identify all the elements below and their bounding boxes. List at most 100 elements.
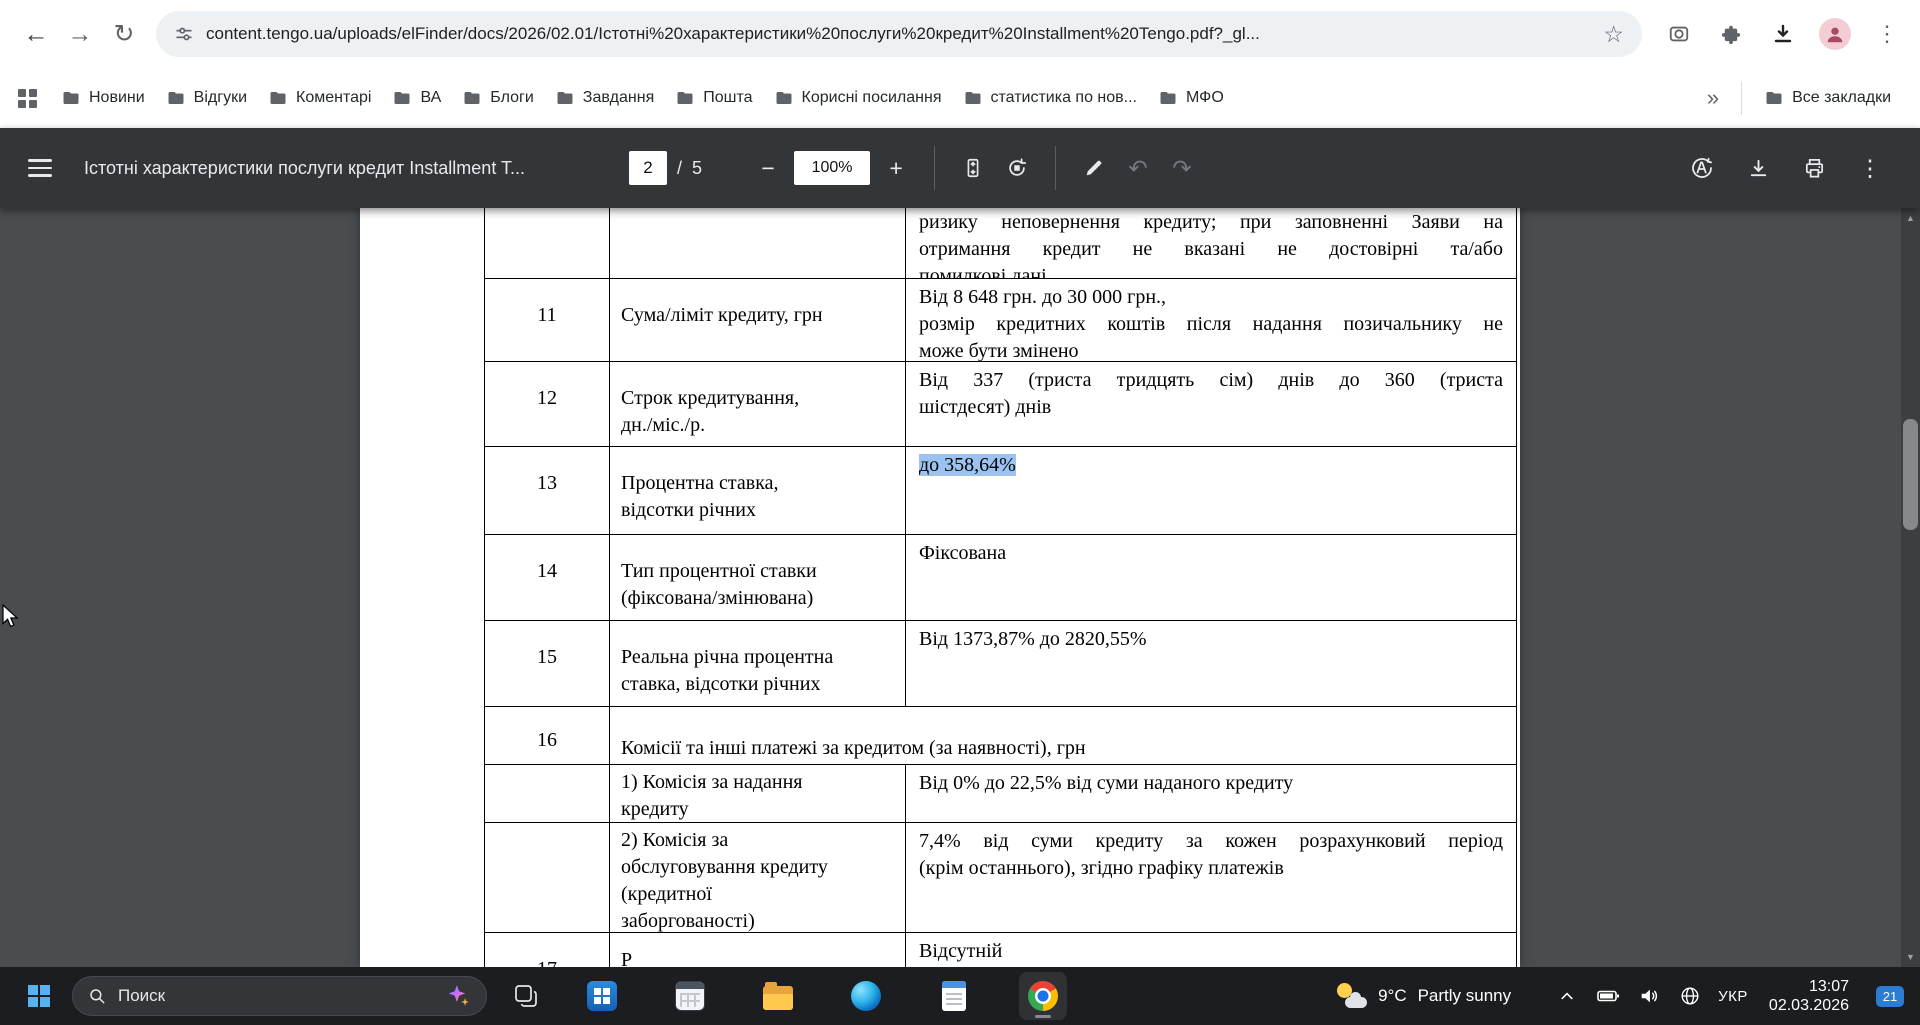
bookmark-folder[interactable]: статистика по нов... [953,83,1149,113]
pdf-page: ризику неповернення кредиту; при заповне… [360,208,1520,967]
back-icon[interactable]: ← [14,12,58,56]
all-bookmarks-button[interactable]: Все закладки [1754,83,1902,113]
bookmark-folder[interactable]: Пошта [665,83,763,113]
rotate-icon[interactable] [995,146,1039,190]
cell-value: Фіксована [919,542,1007,564]
folder-icon [270,92,286,104]
cell-value: Відсутній [919,940,1003,962]
zoom-level-input[interactable]: 100% [794,151,871,185]
clock-widget[interactable]: 13:07 02.03.2026 [1769,977,1849,1015]
downloads-icon[interactable] [1762,13,1804,55]
chrome-icon [1028,981,1058,1011]
bookmark-folder[interactable]: Корисні посилання [764,83,953,113]
bookmark-folder[interactable]: Коментарі [258,83,382,113]
file-explorer-icon [763,981,793,1010]
reload-icon[interactable]: ↻ [102,12,146,56]
copilot-sparkle-icon[interactable] [445,983,471,1009]
cell-number: 16 [485,707,610,764]
weather-widget[interactable]: 9°C Partly sunny [1335,983,1511,1009]
scrollbar-thumb[interactable] [1903,419,1918,530]
pdf-menu-icon[interactable] [28,159,52,177]
cell-value: ризику неповернення кредиту; при заповне… [919,211,1503,279]
cell-label: Тип процентної ставки (фіксована/змінюва… [610,535,906,620]
taskbar-search-input[interactable]: Поиск [72,976,487,1016]
tray-expand-icon[interactable] [1554,983,1580,1009]
camera-icon[interactable] [1658,13,1700,55]
task-view-button[interactable] [503,973,549,1019]
download-icon[interactable] [1736,146,1780,190]
cell-number: 15 [485,621,610,706]
scroll-up-icon[interactable]: ▲ [1901,210,1920,226]
taskbar-app-store[interactable] [579,973,625,1019]
bookmark-folder[interactable]: МФО [1148,83,1235,113]
cell-label: Сума/ліміт кредиту, грн [610,279,906,361]
start-button[interactable] [16,973,62,1019]
search-placeholder: Поиск [118,986,166,1005]
bookmarks-bar: Новини Відгуки Коментарі ВА Блоги Завдан… [0,68,1920,128]
print-icon[interactable] [1792,146,1836,190]
bookmark-folder[interactable]: Блоги [452,83,545,113]
annotate-pen-icon[interactable] [1072,146,1116,190]
taskbar-app-calculator[interactable] [667,973,713,1019]
profile-avatar[interactable] [1814,13,1856,55]
table-row-14: 14 Тип процентної ставки (фіксована/змін… [485,535,1516,621]
divider [934,146,936,190]
site-settings-icon[interactable] [174,24,194,44]
browser-toolbar: ← → ↻ content.tengo.ua/uploads/elFinder/… [0,0,1920,68]
table-row-17-partial: 17 Р Відсутній [485,933,1516,967]
folder-icon [168,92,184,104]
bookmarks-overflow-icon[interactable]: » [1697,85,1729,111]
notification-count-badge[interactable]: 21 [1876,985,1904,1007]
page-number-input[interactable]: 2 [629,151,667,185]
cell-label: Р [610,933,906,967]
bookmark-star-icon[interactable]: ☆ [1603,21,1624,48]
battery-icon[interactable] [1595,983,1621,1009]
forward-icon[interactable]: → [58,12,102,56]
pdf-scrollbar[interactable]: ▲ ▼ [1901,208,1920,967]
folder-icon [63,92,79,104]
apps-grid-icon[interactable] [18,88,37,108]
total-pages: 5 [692,157,703,178]
scroll-down-icon[interactable]: ▼ [1901,949,1920,965]
date-text: 02.03.2026 [1768,997,1849,1014]
browser-menu-icon[interactable]: ⋮ [1866,13,1908,55]
zoom-out-icon[interactable]: − [746,146,790,190]
folder-icon [677,92,693,104]
zoom-in-icon[interactable]: + [874,146,918,190]
divider [1055,146,1057,190]
table-row-16-header: 16 Комісії та інші платежі за кредитом (… [485,707,1516,765]
taskbar-app-file-explorer[interactable] [755,973,801,1019]
extensions-puzzle-icon[interactable] [1710,13,1752,55]
windows-logo-icon [28,985,50,1007]
divider [1741,81,1743,115]
cell-value: 7,4% від суми кредиту за кожен розрахунк… [919,830,1503,879]
address-bar[interactable]: content.tengo.ua/uploads/elFinder/docs/2… [156,11,1642,57]
translate-icon[interactable] [1680,146,1724,190]
page-separator: / [677,157,683,178]
undo-icon[interactable]: ↶ [1116,146,1160,190]
mouse-cursor [2,603,20,635]
table-row-13: 13 Процентна ставка, відсотки річних до … [485,447,1516,535]
store-icon [587,981,617,1011]
pdf-viewer-area: ризику неповернення кредиту; при заповне… [0,208,1920,967]
network-globe-icon[interactable] [1677,983,1703,1009]
taskbar-app-edge[interactable] [843,973,889,1019]
fit-page-icon[interactable] [951,146,995,190]
folder-icon [965,92,980,104]
speaker-icon[interactable] [1636,983,1662,1009]
folder-icon [557,92,573,104]
url-text[interactable]: content.tengo.ua/uploads/elFinder/docs/2… [206,24,1589,44]
table-row-15: 15 Реальна річна процентна ставка, відсо… [485,621,1516,707]
cell-value: Від 0% до 22,5% від суми наданого кредит… [919,772,1294,794]
bookmark-folder[interactable]: Новини [51,83,156,113]
pdf-more-menu-icon[interactable]: ⋮ [1848,146,1892,190]
taskbar-app-chrome-active[interactable] [1019,972,1067,1020]
bookmark-folder[interactable]: Відгуки [156,83,258,113]
language-indicator[interactable]: УКР [1718,988,1748,1005]
partly-sunny-icon [1335,983,1368,1009]
bookmark-folder[interactable]: ВА [382,83,452,113]
taskbar-app-notepad[interactable] [931,973,977,1019]
cell-label: 2) Комісія за обслуговування кредиту (кр… [610,823,906,932]
redo-icon[interactable]: ↷ [1160,146,1204,190]
bookmark-folder[interactable]: Завдання [545,83,665,113]
